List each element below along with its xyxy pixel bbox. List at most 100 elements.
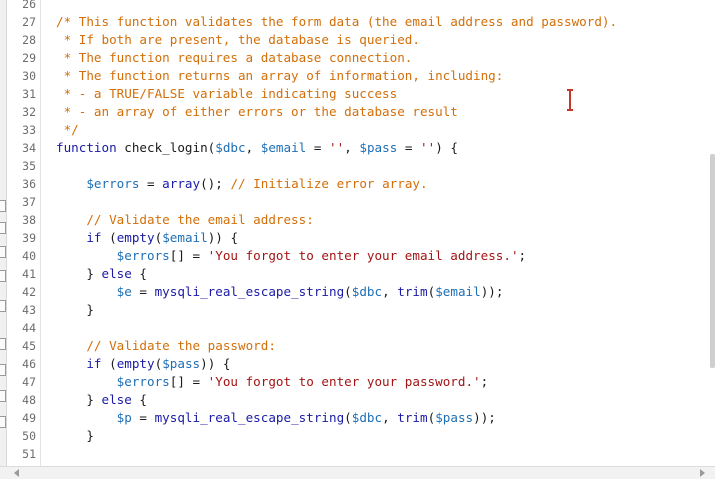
code-line[interactable]: 48 } else { (0, 391, 708, 409)
line-number: 50 (22, 429, 36, 443)
code-line[interactable]: 36 $errors = array(); // Initialize erro… (0, 175, 708, 193)
code-token-plain: } (56, 392, 102, 407)
code-token-plain: )); (480, 284, 504, 299)
code-text: $errors = array(); // Initialize error a… (56, 175, 427, 193)
code-token-comment: /* This function validates the form data… (56, 14, 618, 29)
code-text: } else { (56, 391, 147, 409)
code-token-plain: )) { (207, 230, 239, 245)
code-token-plain: = (131, 284, 155, 299)
code-text: if (empty($email)) { (56, 229, 238, 247)
code-token-plain: } (56, 266, 102, 281)
scroll-left-arrow-icon[interactable] (14, 469, 19, 477)
code-token-variable: $errors (116, 248, 170, 263)
code-line[interactable]: 50 } (0, 427, 708, 445)
code-line[interactable]: 49 $p = mysqli_real_escape_string($dbc, … (0, 409, 708, 427)
line-number: 29 (22, 51, 36, 65)
line-number: 51 (22, 447, 36, 461)
code-text: // Validate the email address: (56, 211, 313, 229)
code-text: } (56, 301, 94, 319)
code-line[interactable]: 39 if (empty($email)) { (0, 229, 708, 247)
code-token-function: trim (397, 284, 428, 299)
code-line[interactable]: 30 * The function returns an array of in… (0, 67, 708, 85)
vertical-scrollbar-thumb[interactable] (710, 154, 715, 368)
code-token-plain: [] = (169, 248, 208, 263)
code-text: * If both are present, the database is q… (56, 31, 420, 49)
line-number: 44 (22, 321, 36, 335)
line-number: 30 (22, 69, 36, 83)
code-token-variable: $pass (435, 410, 474, 425)
code-text: * The function requires a database conne… (56, 49, 413, 67)
code-line[interactable]: 37 (0, 193, 708, 211)
code-line[interactable]: 31 * - a TRUE/FALSE variable indicating … (0, 85, 708, 103)
code-text: $errors[] = 'You forgot to enter your em… (56, 247, 526, 265)
line-number: 33 (22, 123, 36, 137)
code-token-string: 'You forgot to enter your password.' (207, 374, 481, 389)
text-cursor-icon (567, 89, 573, 111)
code-text: * - an array of either errors or the dat… (56, 103, 458, 121)
code-line[interactable]: 35 (0, 157, 708, 175)
code-token-comment: // Validate the password: (86, 338, 276, 353)
code-token-plain: } (56, 302, 94, 317)
code-text: $p = mysqli_real_escape_string($dbc, tri… (56, 409, 496, 427)
scroll-right-arrow-icon[interactable] (700, 469, 705, 477)
code-token-function: array (162, 176, 201, 191)
code-line[interactable]: 29 * The function requires a database co… (0, 49, 708, 67)
code-line[interactable]: 43 } (0, 301, 708, 319)
code-token-plain: ; (518, 248, 527, 263)
code-token-keyword: if (86, 356, 102, 371)
code-token-comment: * - an array of either errors or the dat… (56, 104, 458, 119)
code-line[interactable]: 33 */ (0, 121, 708, 139)
code-line[interactable]: 32 * - an array of either errors or the … (0, 103, 708, 121)
line-number: 37 (22, 195, 36, 209)
code-text: /* This function validates the form data… (56, 13, 617, 31)
code-token-variable: $errors (86, 176, 140, 191)
code-line[interactable]: 45 // Validate the password: (0, 337, 708, 355)
code-line[interactable]: 42 $e = mysqli_real_escape_string($dbc, … (0, 283, 708, 301)
code-line[interactable]: 44 (0, 319, 708, 337)
code-token-variable: $errors (116, 374, 170, 389)
line-number: 34 (22, 141, 36, 155)
code-token-keyword: else (101, 392, 132, 407)
line-number: 36 (22, 177, 36, 191)
code-line[interactable]: 40 $errors[] = 'You forgot to enter your… (0, 247, 708, 265)
code-line[interactable]: 27 /* This function validates the form da… (0, 13, 708, 31)
code-token-variable: $dbc (351, 410, 383, 425)
line-number: 45 (22, 339, 36, 353)
code-token-string: 'You forgot to enter your email address.… (207, 248, 519, 263)
code-editor[interactable]: 26 27 /* This function validates the form … (0, 0, 715, 466)
code-line[interactable]: 51 (0, 445, 708, 463)
line-number: 46 (22, 357, 36, 371)
line-number: 48 (22, 393, 36, 407)
line-number: 39 (22, 231, 36, 245)
code-token-plain: [] = (169, 374, 208, 389)
code-text: */ (56, 121, 79, 139)
code-token-plain: { (131, 392, 148, 407)
code-token-function: mysqli_real_escape_string (154, 410, 345, 425)
code-text: function check_login($dbc, $email = '', … (56, 139, 458, 157)
code-token-variable: $p (116, 410, 132, 425)
code-line[interactable]: 26 (0, 0, 708, 13)
code-token-variable: $email (162, 230, 208, 245)
line-number: 47 (22, 375, 36, 389)
code-token-string: '' (329, 140, 345, 155)
code-line[interactable]: 47 $errors[] = 'You forgot to enter your… (0, 373, 708, 391)
code-token-plain: , (344, 140, 360, 155)
code-token-keyword: function (56, 140, 117, 155)
code-line[interactable]: 41 } else { (0, 265, 708, 283)
horizontal-scrollbar[interactable] (0, 466, 715, 479)
code-token-variable: $dbc (215, 140, 246, 155)
code-line[interactable]: 28 * If both are present, the database i… (0, 31, 708, 49)
line-number: 43 (22, 303, 36, 317)
code-line[interactable]: 46 if (empty($pass)) { (0, 355, 708, 373)
code-token-plain: ( (101, 230, 117, 245)
code-token-plain: { (131, 266, 148, 281)
line-number: 35 (22, 159, 36, 173)
code-line[interactable]: 38 // Validate the email address: (0, 211, 708, 229)
code-token-plain: = (131, 410, 155, 425)
code-line[interactable]: 34 function check_login($dbc, $email = ''… (0, 139, 708, 157)
